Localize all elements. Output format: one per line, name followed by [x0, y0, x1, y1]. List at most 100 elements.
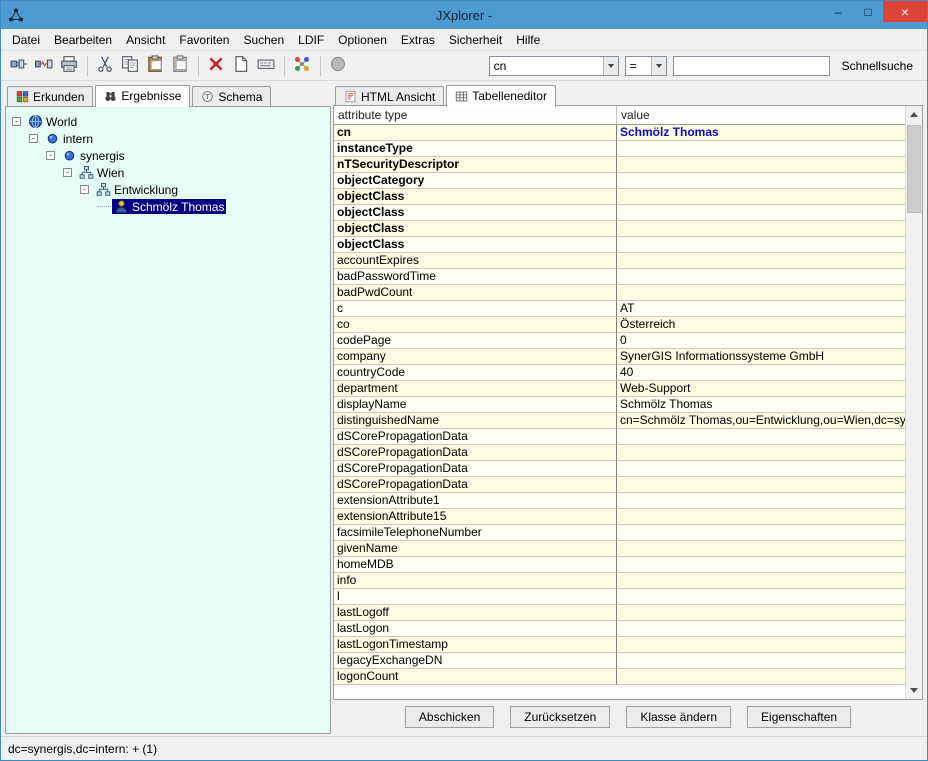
value-cell[interactable] — [617, 621, 905, 637]
attribute-cell[interactable]: logonCount — [334, 669, 617, 685]
attribute-cell[interactable]: info — [334, 573, 617, 589]
tree-node-wien[interactable]: -Wien — [6, 164, 330, 181]
value-cell[interactable]: 0 — [617, 333, 905, 349]
column-header-attribute[interactable]: attribute type — [334, 106, 617, 124]
vertical-scrollbar[interactable] — [905, 106, 922, 699]
attribute-cell[interactable]: lastLogoff — [334, 605, 617, 621]
attribute-cell[interactable]: badPwdCount — [334, 285, 617, 301]
value-cell[interactable] — [617, 557, 905, 573]
rename-button[interactable] — [254, 54, 278, 78]
menu-item-ldif[interactable]: LDIF — [291, 30, 331, 50]
column-header-value[interactable]: value — [617, 106, 905, 124]
attribute-cell[interactable]: objectClass — [334, 221, 617, 237]
paste-button[interactable] — [143, 54, 167, 78]
tree-node-world[interactable]: -World — [6, 113, 330, 130]
search-operator-select[interactable]: = — [625, 56, 667, 76]
search-attribute-select[interactable]: cn — [489, 56, 619, 76]
value-cell[interactable] — [617, 637, 905, 653]
tab-html-ansicht[interactable]: HTML Ansicht — [335, 86, 444, 106]
menu-item-suchen[interactable]: Suchen — [236, 30, 291, 50]
attribute-cell[interactable]: facsimileTelephoneNumber — [334, 525, 617, 541]
attribute-cell[interactable]: givenName — [334, 541, 617, 557]
menu-item-datei[interactable]: Datei — [5, 30, 47, 50]
copy-button[interactable] — [118, 54, 142, 78]
print-button[interactable] — [57, 54, 81, 78]
collapse-toggle-icon[interactable]: - — [63, 168, 72, 177]
chevron-down-icon[interactable] — [603, 57, 618, 75]
value-cell[interactable]: AT — [617, 301, 905, 317]
tab-tabelleneditor[interactable]: Tabelleneditor — [446, 85, 556, 107]
paste-alias-button[interactable] — [168, 54, 192, 78]
value-cell[interactable] — [617, 589, 905, 605]
value-cell[interactable] — [617, 461, 905, 477]
attribute-cell[interactable]: accountExpires — [334, 253, 617, 269]
value-cell[interactable]: Schmölz Thomas — [617, 125, 905, 141]
value-cell[interactable] — [617, 573, 905, 589]
value-cell[interactable] — [617, 141, 905, 157]
value-cell[interactable] — [617, 653, 905, 669]
scroll-down-button[interactable] — [906, 682, 922, 699]
delete-button[interactable] — [204, 54, 228, 78]
value-cell[interactable] — [617, 477, 905, 493]
attribute-cell[interactable]: l — [334, 589, 617, 605]
new-entry-button[interactable] — [229, 54, 253, 78]
connect-button[interactable] — [7, 54, 31, 78]
maximize-button[interactable]: □ — [853, 1, 883, 22]
menu-item-optionen[interactable]: Optionen — [331, 30, 394, 50]
scroll-up-button[interactable] — [906, 106, 922, 123]
cut-button[interactable] — [93, 54, 117, 78]
attribute-cell[interactable]: company — [334, 349, 617, 365]
value-cell[interactable] — [617, 285, 905, 301]
attribute-cell[interactable]: dSCorePropagationData — [334, 429, 617, 445]
attribute-cell[interactable]: nTSecurityDescriptor — [334, 157, 617, 173]
value-cell[interactable] — [617, 269, 905, 285]
reset-button[interactable]: Zurücksetzen — [510, 706, 610, 728]
value-cell[interactable]: Österreich — [617, 317, 905, 333]
value-cell[interactable] — [617, 157, 905, 173]
tab-schema[interactable]: Schema — [192, 86, 271, 106]
attribute-cell[interactable]: objectClass — [334, 237, 617, 253]
value-cell[interactable] — [617, 237, 905, 253]
value-cell[interactable]: Schmölz Thomas — [617, 397, 905, 413]
attribute-cell[interactable]: distinguishedName — [334, 413, 617, 429]
value-cell[interactable]: cn=Schmölz Thomas,ou=Entwicklung,ou=Wien… — [617, 413, 905, 429]
value-cell[interactable] — [617, 525, 905, 541]
disconnect-button[interactable] — [32, 54, 56, 78]
menu-item-bearbeiten[interactable]: Bearbeiten — [47, 30, 119, 50]
attribute-cell[interactable]: extensionAttribute15 — [334, 509, 617, 525]
tree-node-synergis[interactable]: -synergis — [6, 147, 330, 164]
value-cell[interactable] — [617, 205, 905, 221]
attribute-cell[interactable]: objectClass — [334, 205, 617, 221]
chevron-down-icon[interactable] — [651, 57, 666, 75]
value-cell[interactable]: SynerGIS Informationssysteme GmbH — [617, 349, 905, 365]
attribute-cell[interactable]: objectCategory — [334, 173, 617, 189]
value-cell[interactable] — [617, 493, 905, 509]
attribute-cell[interactable]: co — [334, 317, 617, 333]
attribute-cell[interactable]: lastLogon — [334, 621, 617, 637]
collapse-toggle-icon[interactable]: - — [80, 185, 89, 194]
attribute-cell[interactable]: homeMDB — [334, 557, 617, 573]
menu-item-ansicht[interactable]: Ansicht — [119, 30, 172, 50]
attribute-cell[interactable]: dSCorePropagationData — [334, 477, 617, 493]
menu-item-favoriten[interactable]: Favoriten — [172, 30, 236, 50]
menu-item-sicherheit[interactable]: Sicherheit — [442, 30, 509, 50]
collapse-toggle-icon[interactable]: - — [29, 134, 38, 143]
tree-node-schmölz-thomas[interactable]: Schmölz Thomas — [6, 198, 330, 215]
properties-button[interactable]: Eigenschaften — [747, 706, 851, 728]
value-cell[interactable] — [617, 173, 905, 189]
collapse-toggle-icon[interactable]: - — [46, 151, 55, 160]
attribute-cell[interactable]: instanceType — [334, 141, 617, 157]
value-cell[interactable]: Web-Support — [617, 381, 905, 397]
attribute-cell[interactable]: displayName — [334, 397, 617, 413]
value-cell[interactable] — [617, 189, 905, 205]
value-cell[interactable] — [617, 541, 905, 557]
attribute-cell[interactable]: badPasswordTime — [334, 269, 617, 285]
scrollbar-thumb[interactable] — [907, 125, 921, 213]
tab-ergebnisse[interactable]: Ergebnisse — [95, 85, 190, 107]
attribute-cell[interactable]: codePage — [334, 333, 617, 349]
submit-button[interactable]: Abschicken — [405, 706, 494, 728]
menu-item-extras[interactable]: Extras — [394, 30, 442, 50]
menu-item-hilfe[interactable]: Hilfe — [509, 30, 547, 50]
quick-search-input[interactable] — [673, 56, 830, 76]
tab-erkunden[interactable]: Erkunden — [7, 86, 93, 106]
